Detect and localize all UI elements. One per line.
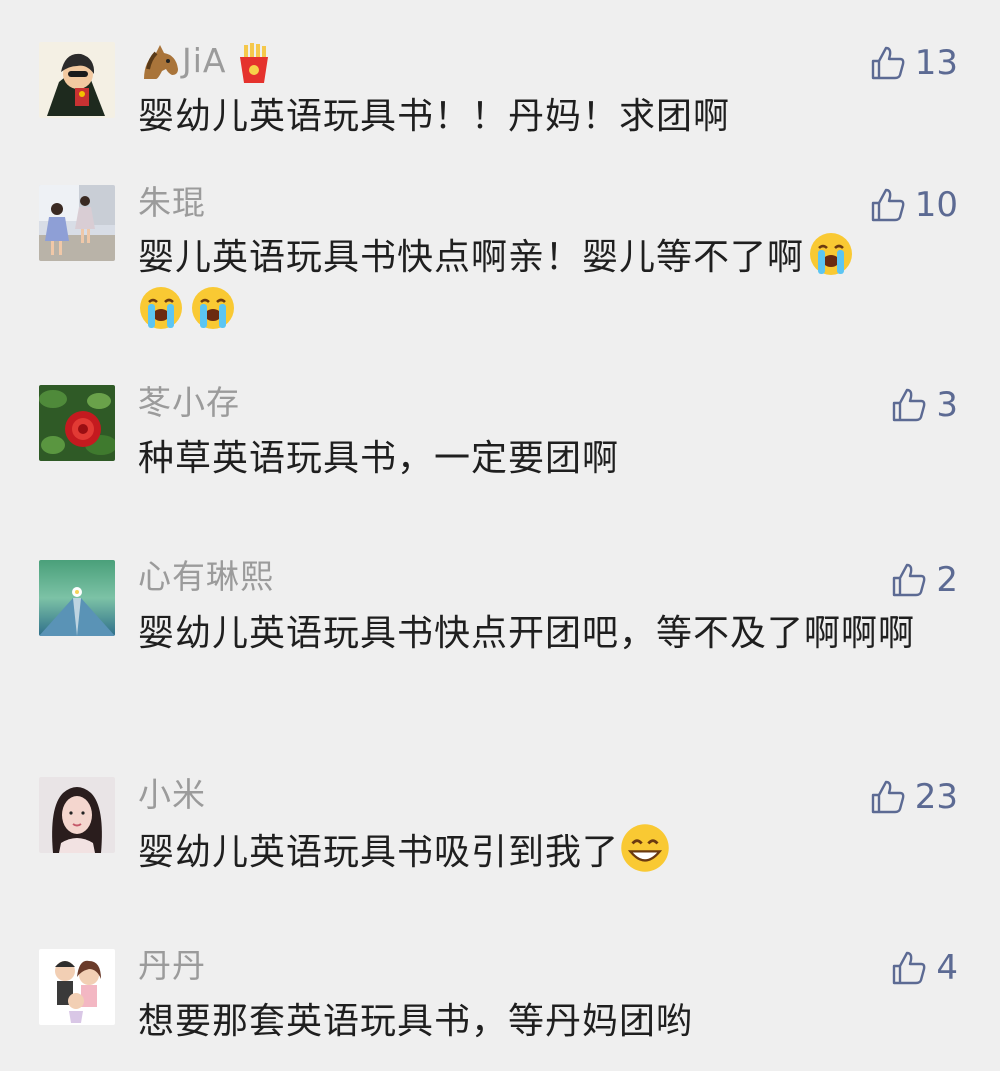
children-photo-avatar[interactable]: [39, 185, 115, 261]
thumbs-up-icon: [871, 46, 905, 80]
comment-text: 种草英语玩具书，一定要团啊: [138, 438, 620, 479]
comment-text-body: 婴儿英语玩具书快点啊亲！婴儿等不了啊: [138, 237, 805, 278]
woman-portrait-avatar[interactable]: [39, 777, 115, 853]
comment-text: 婴幼儿英语玩具书快点开团吧，等不及了啊啊啊: [138, 613, 916, 654]
like-button[interactable]: 3: [890, 385, 958, 425]
like-button[interactable]: 4: [890, 948, 958, 988]
commenter-name[interactable]: 苳小存: [138, 382, 240, 424]
thumbs-up-icon: [893, 951, 926, 985]
comment-text: 婴幼儿英语玩具书！！丹妈！求团啊: [138, 96, 731, 137]
like-button[interactable]: 2: [890, 560, 958, 600]
comment-text: 婴儿英语玩具书快点啊亲！婴儿等不了啊: [138, 231, 958, 339]
comment-text-body: 婴幼儿英语玩具书吸引到我了: [138, 832, 620, 873]
commenter-name[interactable]: JiA: [138, 40, 276, 85]
crying-emoji-icon: [140, 287, 182, 329]
thumbs-up-icon: [871, 188, 905, 222]
grinning-emoji-icon: [621, 824, 669, 872]
comment-text: 婴幼儿英语玩具书吸引到我了: [138, 822, 958, 880]
commenter-name[interactable]: 丹丹: [138, 945, 206, 987]
commenter-name[interactable]: 朱琨: [138, 182, 206, 224]
thumbs-up-icon: [893, 388, 926, 422]
red-flower-avatar[interactable]: [39, 385, 115, 461]
commenter-name[interactable]: 小米: [138, 774, 206, 816]
cartoon-couple-avatar[interactable]: [39, 949, 115, 1025]
horse-emoji-icon: [144, 44, 178, 79]
like-button[interactable]: 13: [869, 43, 958, 83]
crying-emoji-icon: [810, 233, 853, 275]
like-count: 10: [914, 185, 958, 225]
like-count: 2: [936, 560, 958, 600]
book-flower-avatar[interactable]: [39, 560, 115, 636]
like-button[interactable]: 10: [869, 185, 958, 225]
like-count: 4: [936, 948, 958, 988]
thumbs-up-icon: [893, 563, 926, 597]
commenter-name[interactable]: 心有琳熙: [138, 556, 274, 598]
fries-emoji-icon: [240, 42, 269, 83]
comment-text: 想要那套英语玩具书，等丹妈团哟: [138, 1001, 694, 1042]
like-count: 13: [914, 43, 958, 83]
like-count: 23: [914, 777, 958, 817]
like-count: 3: [936, 385, 958, 425]
cartoon-hero-avatar[interactable]: [39, 42, 115, 118]
thumbs-up-icon: [871, 780, 905, 814]
commenter-name-text: JiA: [182, 41, 227, 80]
crying-emoji-icon: [192, 287, 234, 329]
like-button[interactable]: 23: [869, 777, 958, 817]
